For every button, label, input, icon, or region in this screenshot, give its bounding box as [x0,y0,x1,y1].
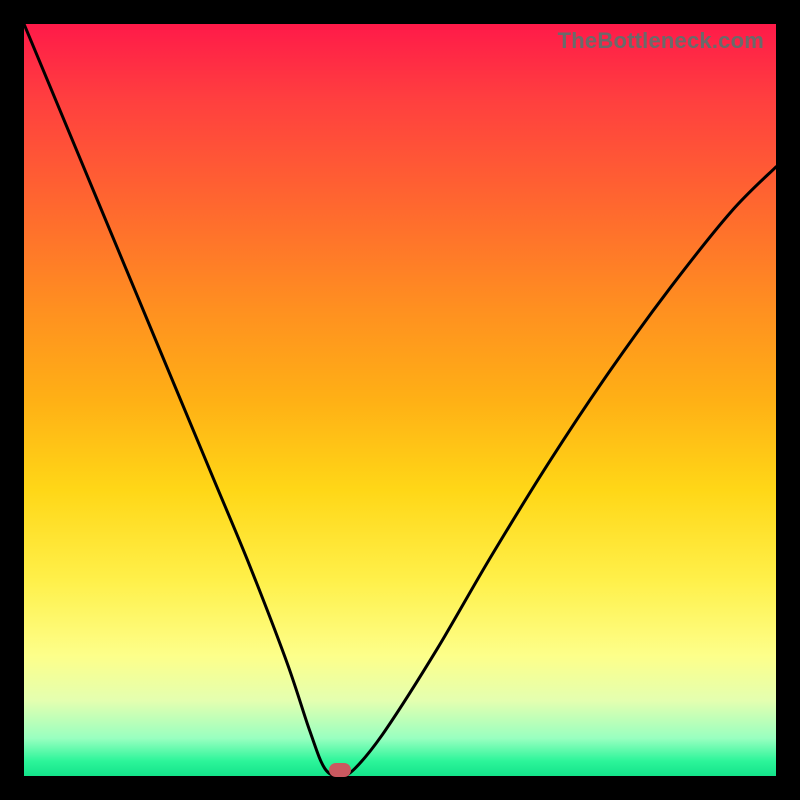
plot-area: TheBottleneck.com [24,24,776,776]
bottleneck-curve [24,24,776,776]
bottleneck-marker [329,763,351,777]
chart-stage: TheBottleneck.com [0,0,800,800]
